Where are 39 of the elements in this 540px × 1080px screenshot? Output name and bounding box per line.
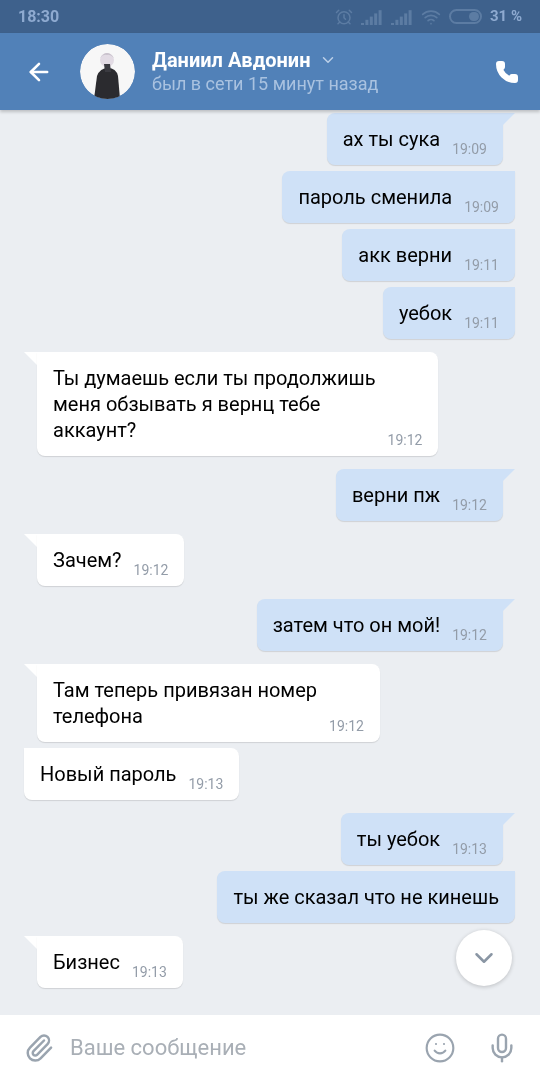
message-time: 19:13 xyxy=(452,840,487,858)
message-input-field[interactable]: Ваше сообщение xyxy=(0,1015,540,1080)
battery-percent: 31 % xyxy=(489,6,522,28)
paperclip-icon[interactable] xyxy=(24,1032,54,1063)
signal-icon xyxy=(390,8,413,25)
message-text: акк верни xyxy=(358,242,453,268)
message-time: 19:12 xyxy=(452,626,487,644)
message-text: ты же сказал что не кинешь xyxy=(233,884,499,910)
message-time: 19:12 xyxy=(452,496,487,514)
message-time: 19:13 xyxy=(131,963,167,981)
message-text: затем что он мой! xyxy=(272,612,441,638)
message-time: 19:11 xyxy=(464,256,499,274)
battery-icon xyxy=(448,9,482,24)
message-time: 19:09 xyxy=(464,198,499,216)
message-text: Там теперь привязан номер телефона xyxy=(53,677,317,729)
message-text: верни пж xyxy=(351,482,441,508)
emoji-icon[interactable] xyxy=(424,1031,456,1064)
alarm-icon xyxy=(334,7,353,26)
message-time: 19:11 xyxy=(464,314,499,332)
message-time: 19:12 xyxy=(329,717,364,735)
message-time: 19:09 xyxy=(452,140,487,158)
message-time: 19:12 xyxy=(133,561,169,579)
message-text: Бизнес xyxy=(53,949,120,975)
message-text: Новый пароль xyxy=(40,761,177,787)
message-text: ах ты сука xyxy=(342,126,441,152)
message-time: 19:13 xyxy=(188,775,224,793)
message-text: ты уебок xyxy=(356,826,441,852)
phone-icon xyxy=(495,59,519,84)
message-time: 19:12 xyxy=(387,431,423,449)
scroll-down-button[interactable] xyxy=(456,930,512,986)
message-text: уебок xyxy=(398,300,453,326)
contact-name: Даниил Авдонин xyxy=(152,47,311,72)
last-seen-status: был в сети 15 минут назад xyxy=(152,71,379,96)
status-time: 18:30 xyxy=(18,5,60,28)
message-text: Ты думаешь если ты продолжишь меня обзывать я вернц тебе аккаунт? xyxy=(53,365,376,443)
signal-icon xyxy=(360,8,383,25)
message-text: Зачем? xyxy=(53,547,122,573)
message-input[interactable]: Ваше сообщение xyxy=(70,1031,414,1064)
message-text: пароль сменила xyxy=(298,184,453,210)
